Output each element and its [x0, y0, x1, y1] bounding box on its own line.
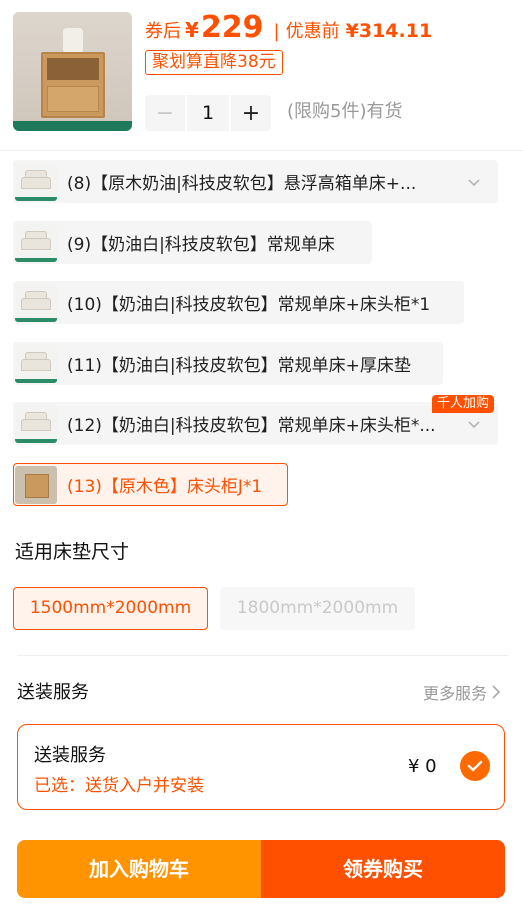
- variant-label: (10)【奶油白|科技皮软包】常规单床+床头柜*1: [67, 295, 431, 315]
- checkmark-icon[interactable]: [460, 751, 490, 781]
- popular-badge: 千人加购: [432, 395, 495, 413]
- nightstand-shelf: [47, 58, 99, 80]
- more-services-link[interactable]: 更多服务: [423, 680, 501, 704]
- variant-option[interactable]: (10)【奶油白|科技皮软包】常规单床+床头柜*1: [13, 281, 464, 324]
- service-selected-text: 已选：送货入户并安装: [34, 776, 204, 796]
- header-divider: [0, 150, 523, 151]
- thumbnail-brand-band: [13, 121, 132, 131]
- service-price: ¥ 0: [408, 756, 437, 777]
- price-after-coupon: 229: [200, 10, 264, 45]
- service-section-title: 送装服务: [17, 682, 89, 703]
- price-line: 券后 ¥ 229 | 优惠前 ¥314.11: [145, 10, 433, 45]
- add-to-cart-button[interactable]: 加入购物车: [17, 840, 261, 898]
- chevron-right-icon: [492, 685, 501, 699]
- nightstand-thumbnail-icon: [15, 465, 57, 504]
- chevron-down-icon[interactable]: [465, 415, 483, 433]
- nightstand-shape: [41, 52, 105, 118]
- size-section-title: 适用床垫尺寸: [15, 541, 130, 563]
- variant-option[interactable]: (8)【原木奶油|科技皮软包】悬浮高箱单床+...: [13, 160, 498, 203]
- lamp-shape: [63, 28, 83, 52]
- quantity-decrease-button[interactable]: −: [145, 95, 185, 131]
- variant-label: (11)【奶油白|科技皮软包】常规单床+厚床垫: [67, 356, 411, 376]
- quantity-stepper: − 1 +: [145, 95, 271, 131]
- service-option-card[interactable]: 送装服务 已选：送货入户并安装 ¥ 0: [17, 724, 505, 810]
- variant-label: (8)【原木奶油|科技皮软包】悬浮高箱单床+...: [67, 174, 417, 194]
- quantity-value[interactable]: 1: [185, 95, 231, 131]
- variant-label: (13)【原木色】床头柜J*1: [67, 477, 263, 497]
- bed-thumbnail-icon: [15, 223, 57, 262]
- currency-symbol: ¥: [185, 18, 199, 42]
- size-option-disabled[interactable]: 1800mm*2000mm: [220, 587, 415, 630]
- variant-label: (12)【奶油白|科技皮软包】常规单床+床头柜*...: [67, 416, 436, 436]
- price-before-label: 优惠前: [285, 21, 340, 42]
- variant-option[interactable]: (11)【奶油白|科技皮软包】常规单床+厚床垫: [13, 342, 443, 385]
- product-header: 券后 ¥ 229 | 优惠前 ¥314.11 聚划算直降38元 − 1 + (限…: [0, 0, 523, 150]
- price-after-coupon-label: 券后: [145, 21, 181, 42]
- product-thumbnail[interactable]: [13, 12, 132, 131]
- bed-thumbnail-icon: [15, 283, 57, 322]
- promo-tag: 聚划算直降38元: [145, 50, 283, 75]
- bed-thumbnail-icon: [15, 404, 57, 443]
- more-services-label: 更多服务: [422, 684, 487, 703]
- buy-with-coupon-button[interactable]: 领券购买: [261, 840, 505, 898]
- quantity-increase-button[interactable]: +: [231, 95, 271, 131]
- variant-option[interactable]: (12)【奶油白|科技皮软包】常规单床+床头柜*...: [13, 402, 498, 445]
- section-divider: [17, 655, 508, 656]
- purchase-limit-text: (限购5件)有货: [287, 101, 403, 122]
- size-option-selected[interactable]: 1500mm*2000mm: [13, 587, 208, 630]
- nightstand-drawer: [47, 86, 99, 112]
- variant-option-selected[interactable]: (13)【原木色】床头柜J*1: [13, 463, 288, 506]
- chevron-down-icon[interactable]: [465, 173, 483, 191]
- price-before-value: ¥314.11: [345, 20, 433, 42]
- price-separator: |: [273, 21, 280, 42]
- variant-label: (9)【奶油白|科技皮软包】常规单床: [67, 235, 335, 255]
- variant-option[interactable]: (9)【奶油白|科技皮软包】常规单床: [13, 221, 372, 264]
- service-card-title: 送装服务: [34, 745, 106, 766]
- bed-thumbnail-icon: [15, 162, 57, 201]
- bed-thumbnail-icon: [15, 344, 57, 383]
